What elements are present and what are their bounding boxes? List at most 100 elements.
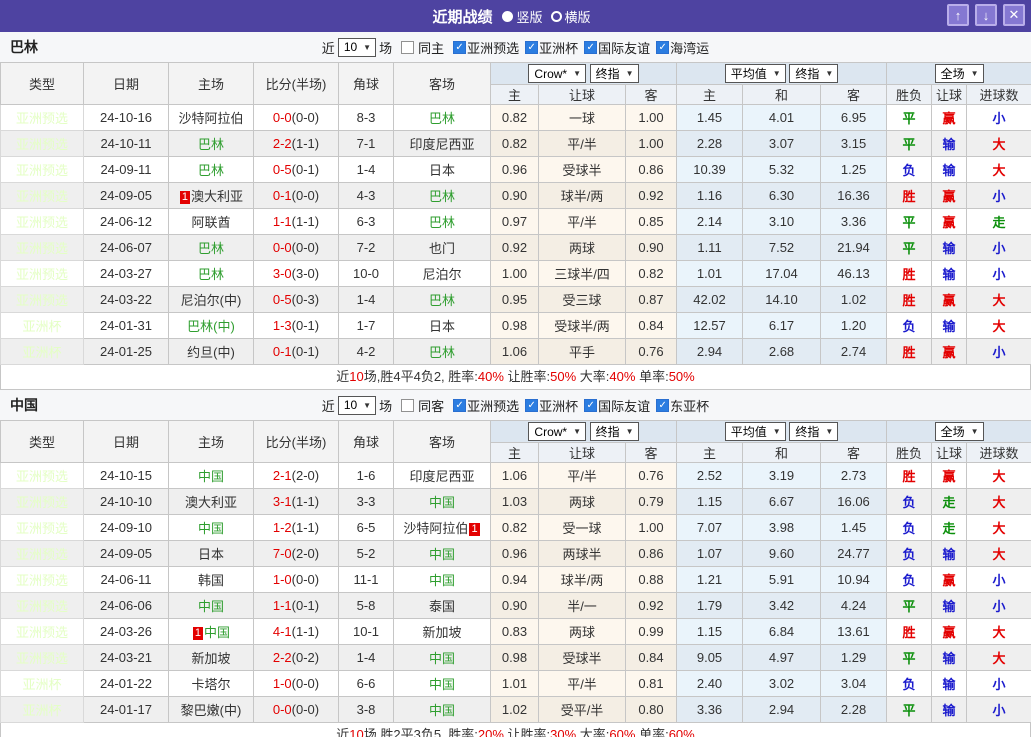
match-date: 24-09-10 [83, 514, 169, 541]
asia-company-select[interactable]: Crow* ▼ [528, 422, 587, 442]
result-goals: 小 [966, 592, 1031, 619]
competition-checkbox[interactable]: ✓ [453, 398, 467, 412]
away-team: 巴林 [393, 338, 491, 365]
asia-away-odds: 0.81 [624, 670, 678, 697]
score: 4-1(1-1) [253, 618, 339, 645]
euro-draw-odds: 2.68 [742, 338, 822, 365]
competition-checkbox[interactable]: ✓ [656, 398, 670, 412]
euro-home-odds: 2.94 [676, 338, 744, 365]
corners: 10-1 [338, 618, 394, 645]
result-scope-select[interactable]: 全场 ▼ [934, 422, 984, 441]
layout-radio[interactable] [502, 10, 514, 22]
corners: 1-7 [338, 312, 394, 339]
result-goals: 小 [966, 234, 1031, 261]
asia-time-select[interactable]: 终指 ▼ [589, 63, 639, 83]
move-down-button[interactable]: ↓ [975, 4, 997, 26]
asia-handicap: 受球半 [538, 156, 626, 183]
asia-handicap: 受平/半 [538, 696, 626, 723]
competition-checkbox[interactable]: ✓ [584, 398, 598, 412]
summary-segment: 40% [609, 369, 636, 384]
match-type: 亚洲预选 [0, 208, 84, 235]
euro-home-odds: 1.15 [676, 488, 744, 515]
table-row: 亚洲预选 24-09-11 巴林 0-5(0-1) 1-4 日本 0.96 受球… [0, 156, 1031, 183]
score: 3-0(3-0) [253, 260, 339, 287]
asia-away-odds: 0.90 [624, 234, 678, 261]
away-team: 印度尼西亚 [393, 130, 491, 157]
titlebar: 近期战绩 竖版 横版 ↑ ↓ ✕ [0, 0, 1031, 32]
match-type: 亚洲预选 [0, 286, 84, 313]
away-team: 巴林 [393, 208, 491, 235]
same-venue-checkbox[interactable] [401, 40, 415, 54]
summary-segment: 近 [336, 727, 350, 737]
recent-count-select[interactable]: 10 ▼ [337, 395, 377, 415]
corners: 1-4 [338, 286, 394, 313]
result-goals: 大 [966, 488, 1031, 515]
euro-draw-odds: 14.10 [742, 286, 822, 313]
result-goals: 大 [966, 618, 1031, 645]
away-team: 巴林 [393, 104, 491, 131]
layout-radio[interactable] [550, 10, 562, 22]
home-team: 黎巴嫩(中) [168, 696, 254, 723]
competition-checkbox[interactable]: ✓ [656, 40, 670, 54]
close-button[interactable]: ✕ [1003, 4, 1025, 26]
euro-away-odds: 4.24 [820, 592, 888, 619]
result-scope-select[interactable]: 全场 ▼ [934, 64, 984, 83]
col-header-type: 类型 [0, 62, 84, 105]
result-wdl: 胜 [886, 618, 933, 645]
chevron-down-icon: ▼ [625, 68, 634, 78]
euro-company-select[interactable]: 平均值 ▼ [724, 64, 786, 83]
euro-odds-group-header: 平均值 ▼ 终指 ▼ [676, 62, 888, 85]
asia-company-select[interactable]: Crow* ▼ [528, 64, 587, 84]
asia-time-select[interactable]: 终指 ▼ [589, 421, 639, 441]
result-handicap: 输 [931, 260, 968, 287]
asia-away-odds: 0.88 [624, 566, 678, 593]
match-type: 亚洲预选 [0, 644, 84, 671]
col-header-away: 客场 [393, 420, 491, 463]
score: 0-0(0-0) [253, 696, 339, 723]
euro-time-select[interactable]: 终指 ▼ [789, 422, 839, 441]
competition-checkbox[interactable]: ✓ [584, 40, 598, 54]
result-goals: 小 [966, 260, 1031, 287]
competition-checkbox[interactable]: ✓ [525, 398, 539, 412]
asia-handicap: 两球半 [538, 540, 626, 567]
subheader-result-goals: 进球数 [966, 442, 1031, 463]
euro-away-odds: 3.15 [820, 130, 888, 157]
filter-controls: 近 10 ▼ 场 同主 ✓ 亚洲预选 ✓ 亚洲杯 ✓ 国际友谊 ✓ 海湾运 [322, 37, 709, 57]
table-row: 亚洲预选 24-10-11 巴林 2-2(1-1) 7-1 印度尼西亚 0.82… [0, 130, 1031, 157]
euro-draw-odds: 2.94 [742, 696, 822, 723]
asia-handicap: 两球 [538, 618, 626, 645]
home-team: 新加坡 [168, 644, 254, 671]
chevron-down-icon: ▼ [363, 42, 372, 52]
col-header-away: 客场 [393, 62, 491, 105]
asia-home-odds: 0.94 [490, 566, 539, 593]
euro-draw-odds: 4.97 [742, 644, 822, 671]
asia-handicap: 三球半/四 [538, 260, 626, 287]
match-date: 24-06-06 [83, 592, 169, 619]
move-up-button[interactable]: ↑ [947, 4, 969, 26]
asia-handicap: 平/半 [538, 130, 626, 157]
euro-company-select[interactable]: 平均值 ▼ [724, 422, 786, 441]
match-type: 亚洲预选 [0, 156, 84, 183]
match-type: 亚洲杯 [0, 312, 84, 339]
home-team: 1 中国 [168, 618, 254, 645]
table-row: 亚洲预选 24-09-10 中国 1-2(1-1) 6-5 沙特阿拉伯 1 0.8… [0, 514, 1031, 541]
recent-count-select[interactable]: 10 ▼ [337, 37, 377, 57]
summary-segment: 单率: [635, 369, 669, 384]
table-row: 亚洲预选 24-10-16 沙特阿拉伯 0-0(0-0) 8-3 巴林 0.82… [0, 104, 1031, 131]
home-team: 日本 [168, 540, 254, 567]
euro-time-select[interactable]: 终指 ▼ [789, 64, 839, 83]
recent-count-value: 10 [343, 398, 358, 412]
asia-away-odds: 1.00 [624, 104, 678, 131]
home-team: 中国 [168, 592, 254, 619]
result-wdl: 平 [886, 592, 933, 619]
euro-away-odds: 1.20 [820, 312, 888, 339]
score: 3-1(1-1) [253, 488, 339, 515]
match-date: 24-10-10 [83, 488, 169, 515]
competition-checkbox[interactable]: ✓ [453, 40, 467, 54]
competition-checkbox[interactable]: ✓ [525, 40, 539, 54]
col-header-corner: 角球 [338, 62, 394, 105]
asia-handicap: 两球 [538, 488, 626, 515]
score: 2-2(1-1) [253, 130, 339, 157]
same-venue-checkbox[interactable] [401, 398, 415, 412]
euro-away-odds: 16.36 [820, 182, 888, 209]
